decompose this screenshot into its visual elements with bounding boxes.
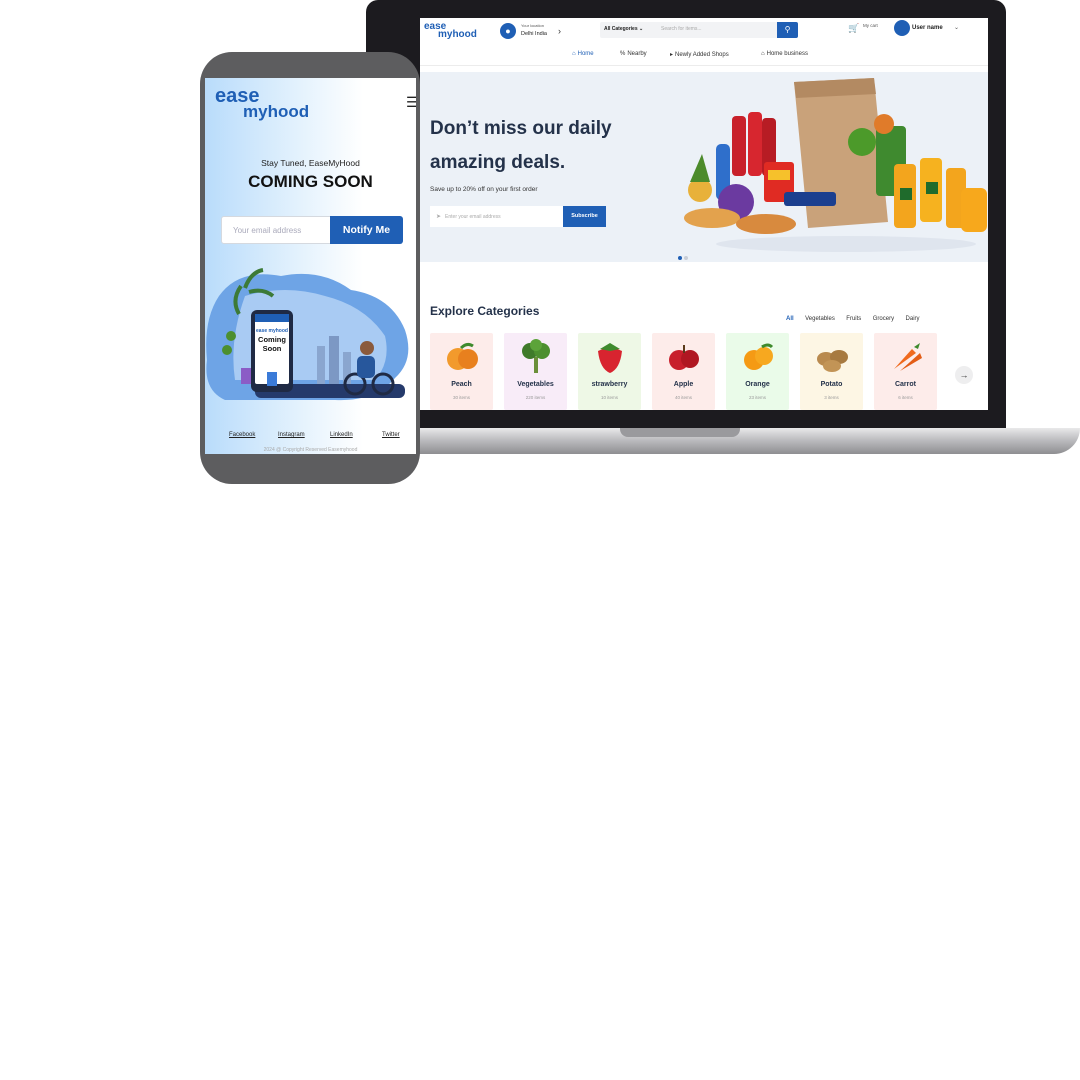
peach-icon <box>447 342 478 370</box>
linkedin-link[interactable]: LinkedIn <box>330 432 353 438</box>
hero-subtitle: Save up to 20% off on your first order <box>430 186 538 193</box>
category-card-orange[interactable]: Orange 23 items <box>726 333 789 410</box>
chevron-down-icon[interactable]: ⌄ <box>954 24 959 31</box>
potato-icon <box>817 350 848 372</box>
hero-title: Don’t miss our daily amazing deals. <box>430 118 612 173</box>
carrot-icon <box>894 343 922 371</box>
cart-icon[interactable]: 🛒 <box>848 23 859 34</box>
coming-soon-title: COMING SOON <box>248 172 373 191</box>
search-input[interactable]: Search for items... <box>661 26 702 32</box>
notify-me-button[interactable]: Notify Me <box>330 216 403 244</box>
illustration-sign: ease myhood Coming Soon <box>255 328 289 353</box>
carousel-dot[interactable] <box>684 256 688 260</box>
filter-grocery[interactable]: Grocery <box>873 316 894 322</box>
email-field[interactable]: ➤ Enter your email address <box>430 206 563 227</box>
sign-brand: ease myhood <box>256 328 288 334</box>
facebook-link[interactable]: Facebook <box>229 432 255 438</box>
home-icon: ⌂ <box>572 51 576 57</box>
carousel-dot[interactable] <box>678 256 682 260</box>
category-card-peach[interactable]: Peach 30 items <box>430 333 493 410</box>
location-label: Your location <box>521 23 544 28</box>
category-card-apple[interactable]: Apple 40 items <box>652 333 715 410</box>
search-bar: All Categories ⌄ Search for items... ⚲ <box>600 22 798 38</box>
coming-soon-illustration <box>206 268 409 401</box>
nav-home[interactable]: ⌂ Home <box>572 51 594 57</box>
category-card-carrot[interactable]: Carrot 6 items <box>874 333 937 410</box>
search-button[interactable]: ⚲ <box>777 22 798 38</box>
mobile-logo[interactable]: ease myhood <box>215 86 309 120</box>
location-pin-icon[interactable]: ● <box>500 23 516 39</box>
category-card-strawberry[interactable]: strawberry 10 items <box>578 333 641 410</box>
nav-home-business[interactable]: ⌂ Home business <box>761 51 808 57</box>
user-name[interactable]: User name <box>912 25 943 31</box>
send-icon: ➤ <box>436 214 442 220</box>
carousel-dots <box>678 247 690 265</box>
nav-nearby[interactable]: % Nearby <box>620 51 647 57</box>
categories-title: Explore Categories <box>430 304 540 318</box>
groceries-image <box>684 78 987 252</box>
strawberry-icon <box>598 343 622 373</box>
category-filters: All Vegetables Fruits Grocery Dairy <box>786 307 927 325</box>
mobile-screen: ease myhood ☰ Stay Tuned, EaseMyHood COM… <box>205 78 416 454</box>
filter-vegetables[interactable]: Vegetables <box>805 316 835 322</box>
logo-line-2: myhood <box>438 29 477 40</box>
filter-fruits[interactable]: Fruits <box>846 316 861 322</box>
cart-label[interactable]: My cart <box>863 23 878 28</box>
avatar[interactable] <box>894 20 910 36</box>
sign-line-2: Soon <box>262 344 282 353</box>
location-value[interactable]: Delhi India <box>521 31 547 37</box>
percent-icon: % <box>620 51 626 57</box>
chevron-right-icon[interactable]: › <box>558 26 561 36</box>
sign-line-1: Coming <box>258 335 286 344</box>
laptop-base <box>400 428 1080 454</box>
subscribe-form: ➤ Enter your email address Subscribe <box>430 206 606 227</box>
orange-icon <box>744 343 774 370</box>
device-mockup: ease myhood ● Your location Delhi India … <box>0 0 1080 1080</box>
filter-dairy[interactable]: Dairy <box>906 316 920 322</box>
vegetables-icon <box>522 339 550 373</box>
main-nav: ⌂ Home % Nearby ▸ Newly Added Shops ⌂ Home b… <box>420 46 988 66</box>
filter-all[interactable]: All <box>786 316 794 322</box>
email-field[interactable]: Your email address <box>221 216 331 244</box>
copyright: 2024 @ Copyright Reserved Easemyhood <box>263 447 358 453</box>
apple-icon <box>669 345 699 370</box>
desktop-screen: ease myhood ● Your location Delhi India … <box>420 18 988 410</box>
desktop-header: ease myhood ● Your location Delhi India … <box>420 18 988 44</box>
category-card-vegetables[interactable]: Vegetables 220 items <box>504 333 567 410</box>
search-icon: ⚲ <box>784 25 791 34</box>
desktop-logo[interactable]: ease myhood <box>424 22 477 40</box>
nav-newly-added-shops[interactable]: ▸ Newly Added Shops <box>670 51 729 58</box>
hamburger-menu-icon[interactable]: ☰ <box>406 94 416 111</box>
notify-form: Your email address Notify Me <box>221 216 403 244</box>
next-arrow-icon[interactable]: → <box>955 366 973 384</box>
tagline: Stay Tuned, EaseMyHood <box>261 158 360 168</box>
instagram-link[interactable]: Instagram <box>278 432 305 438</box>
twitter-link[interactable]: Twitter <box>382 432 400 438</box>
subscribe-button[interactable]: Subscribe <box>563 206 606 227</box>
megaphone-icon: ▸ <box>670 52 674 58</box>
shop-icon: ⌂ <box>761 51 765 57</box>
laptop-notch <box>620 428 740 437</box>
category-select[interactable]: All Categories ⌄ <box>604 26 643 32</box>
hero-banner: Don’t miss our daily amazing deals. Save… <box>420 72 988 262</box>
category-card-potato[interactable]: Potato 3 items <box>800 333 863 410</box>
